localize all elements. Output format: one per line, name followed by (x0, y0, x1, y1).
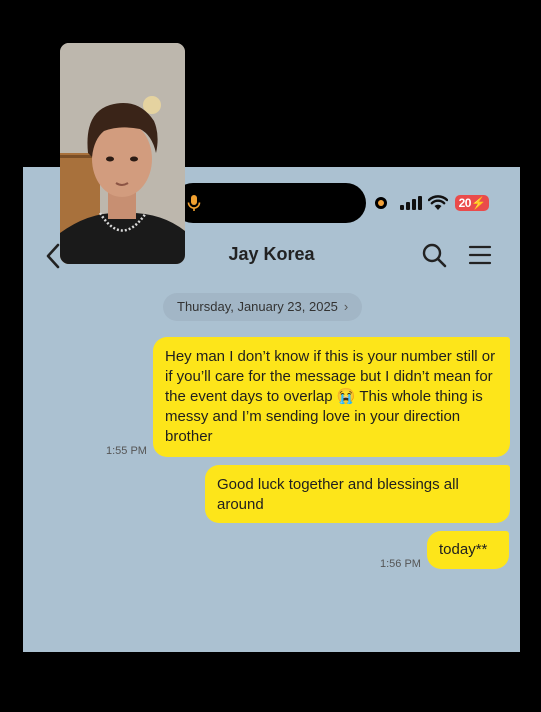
microphone-icon (187, 195, 201, 211)
wifi-icon (428, 195, 448, 210)
chevron-right-icon: › (343, 299, 349, 314)
message-bubble[interactable]: Hey man I don’t know if this is your num… (153, 337, 510, 457)
charging-bolt-icon: ⚡ (470, 196, 486, 210)
message-time: 1:55 PM (106, 445, 147, 457)
message-time: 1:56 PM (380, 558, 421, 570)
message-bubble[interactable]: today** (427, 531, 509, 569)
message-bubble[interactable]: Good luck together and blessings all aro… (205, 465, 510, 523)
dynamic-island (173, 183, 366, 223)
search-icon[interactable] (421, 242, 447, 268)
cellular-signal-icon (400, 196, 422, 210)
date-label: Thursday, January 23, 2025 (177, 299, 338, 314)
date-chip[interactable]: Thursday, January 23, 2025 › (163, 293, 363, 321)
battery-level: 20 (458, 196, 472, 210)
caller-portrait (60, 43, 185, 264)
video-call-thumbnail[interactable] (60, 43, 185, 264)
battery-indicator: 20⚡ (455, 195, 489, 211)
recording-indicator-icon (375, 197, 387, 209)
menu-icon[interactable] (467, 243, 493, 267)
